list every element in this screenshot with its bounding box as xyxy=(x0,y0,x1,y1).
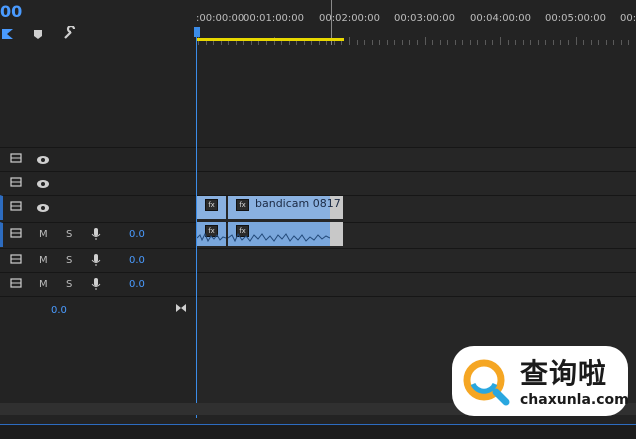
waveform xyxy=(228,232,330,243)
sync-lock-icon[interactable] xyxy=(10,201,22,211)
wrench-icon-svg xyxy=(64,26,76,39)
video-clip-segment[interactable]: fx xyxy=(197,196,226,219)
snap-icon[interactable] xyxy=(0,26,16,42)
microphone-icon[interactable] xyxy=(91,277,101,291)
bowtie-icon[interactable] xyxy=(175,303,187,313)
wrench-icon[interactable] xyxy=(62,25,78,41)
sync-lock-icon[interactable] xyxy=(10,254,22,264)
ruler-label: 00:00 xyxy=(620,13,636,24)
clip-end-handle[interactable] xyxy=(330,222,343,246)
track-volume[interactable]: 0.0 xyxy=(129,229,145,240)
ruler-tick xyxy=(500,37,501,45)
eye-icon[interactable] xyxy=(36,155,50,165)
marker-icon[interactable] xyxy=(30,26,46,42)
ruler-label: :00:00:00 xyxy=(196,13,245,24)
sync-lock-icon[interactable] xyxy=(10,278,22,288)
track-header-v1[interactable] xyxy=(0,195,196,220)
ruler-label: 00:02:00:00 xyxy=(319,13,381,24)
track-body-a2[interactable] xyxy=(197,248,636,273)
solo-button[interactable]: S xyxy=(66,279,72,290)
track-body-v2[interactable] xyxy=(197,171,636,196)
audio-clip-segment[interactable]: fx xyxy=(197,222,226,246)
master-volume[interactable]: 0.0 xyxy=(51,305,67,316)
solo-button[interactable]: S xyxy=(66,255,72,266)
fx-badge: fx xyxy=(236,199,249,211)
sync-lock-icon[interactable] xyxy=(10,153,22,163)
track-body-a3[interactable] xyxy=(197,272,636,297)
track-header-a2[interactable]: M S 0.0 xyxy=(0,248,196,273)
solo-button[interactable]: S xyxy=(66,229,72,240)
track-header-a1[interactable]: M S 0.0 xyxy=(0,222,196,247)
mute-button[interactable]: M xyxy=(39,229,48,240)
microphone-icon[interactable] xyxy=(91,253,101,267)
ruler-label: 00:01:00:00 xyxy=(243,13,305,24)
work-area-bar[interactable] xyxy=(197,38,344,41)
playhead-handle[interactable] xyxy=(194,27,200,37)
ruler-tick xyxy=(575,37,577,45)
track-header-empty xyxy=(0,323,196,403)
ruler-label: 00:03:00:00 xyxy=(394,13,456,24)
track-volume[interactable]: 0.0 xyxy=(129,279,145,290)
playhead-line[interactable] xyxy=(196,28,197,418)
eye-icon[interactable] xyxy=(36,179,50,189)
track-header-master[interactable]: 0.0 xyxy=(0,296,196,323)
eye-icon[interactable] xyxy=(36,203,50,213)
sync-lock-icon[interactable] xyxy=(10,177,22,187)
waveform xyxy=(197,232,226,243)
ruler-tick xyxy=(424,37,426,45)
clip-name: bandicam 0817 xyxy=(255,197,341,210)
ruler-label: 00:04:00:00 xyxy=(470,13,532,24)
snap-icon-svg xyxy=(2,29,13,39)
timeline-header xyxy=(0,0,196,147)
fx-badge: fx xyxy=(205,199,218,211)
track-header-a3[interactable]: M S 0.0 xyxy=(0,272,196,297)
ruler-tick xyxy=(349,37,350,45)
track-body-v3[interactable] xyxy=(197,147,636,172)
audio-clip[interactable]: fx xyxy=(228,222,330,246)
bottom-bar xyxy=(0,424,636,439)
sync-lock-icon[interactable] xyxy=(10,228,22,238)
empty-track-area xyxy=(196,45,636,147)
playhead-timecode[interactable]: 00 xyxy=(0,2,22,21)
watermark-name: 查询啦 xyxy=(520,357,608,390)
microphone-icon[interactable] xyxy=(91,227,101,241)
search-logo-icon xyxy=(463,359,510,406)
track-header-v3[interactable] xyxy=(0,147,196,172)
mute-button[interactable]: M xyxy=(39,279,48,290)
track-volume[interactable]: 0.0 xyxy=(129,255,145,266)
mute-button[interactable]: M xyxy=(39,255,48,266)
track-header-v2[interactable] xyxy=(0,171,196,196)
ruler-label: 00:05:00:00 xyxy=(545,13,607,24)
watermark-url: chaxunla.com xyxy=(520,392,629,408)
track-body-master[interactable] xyxy=(197,296,636,323)
marker-icon-svg xyxy=(34,30,42,39)
